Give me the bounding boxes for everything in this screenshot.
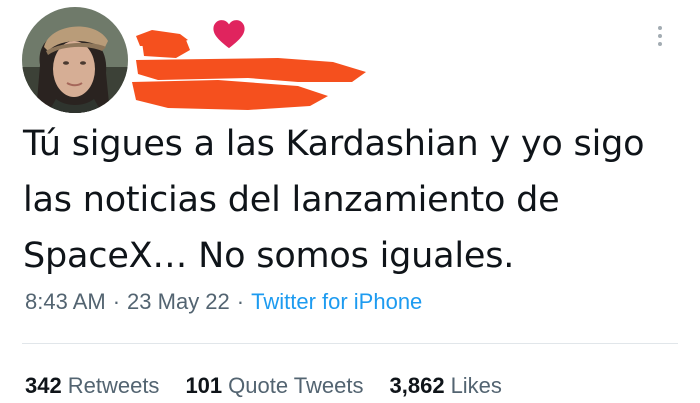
more-dot: [658, 34, 662, 38]
likes-count: 3,862: [389, 373, 445, 398]
tweet-text-line: Tú sigues a las Kardashian y yo sigo: [23, 124, 645, 164]
quote-tweets-stat[interactable]: 101 Quote Tweets: [185, 373, 363, 399]
divider: [22, 343, 678, 344]
tweet-stats: 342 Retweets 101 Quote Tweets 3,862 Like…: [25, 370, 528, 402]
separator: ·: [112, 289, 121, 314]
tweet-card: Tú sigues a las Kardashian y yo sigo las…: [0, 0, 700, 403]
quote-tweets-label: Quote Tweets: [228, 373, 364, 398]
tweet-metadata: 8:43 AM · 23 May 22 · Twitter for iPhone: [25, 287, 422, 317]
avatar-photo: [22, 7, 128, 113]
tweet-text-line: las noticias del lanzamiento de: [23, 180, 560, 220]
heart-icon: [213, 20, 245, 49]
retweets-stat[interactable]: 342 Retweets: [25, 373, 159, 399]
tweet-time[interactable]: 8:43 AM: [25, 289, 106, 315]
retweets-label: Retweets: [67, 373, 160, 398]
likes-stat[interactable]: 3,862 Likes: [390, 373, 502, 399]
more-options-icon[interactable]: [645, 18, 675, 54]
tweet-text: Tú sigues a las Kardashian y yo sigo las…: [23, 116, 693, 284]
tweet-text-line: SpaceX… No somos iguales.: [23, 236, 515, 276]
quote-tweets-count: 101: [185, 373, 223, 398]
more-dot: [658, 42, 662, 46]
redacted-username: [132, 30, 366, 110]
likes-label: Likes: [450, 373, 502, 398]
separator: ·: [236, 289, 245, 314]
avatar[interactable]: [22, 7, 128, 113]
tweet-date[interactable]: 23 May 22: [127, 289, 230, 315]
tweet-source-link[interactable]: Twitter for iPhone: [251, 289, 422, 315]
more-dot: [658, 26, 662, 30]
retweets-count: 342: [25, 373, 62, 398]
